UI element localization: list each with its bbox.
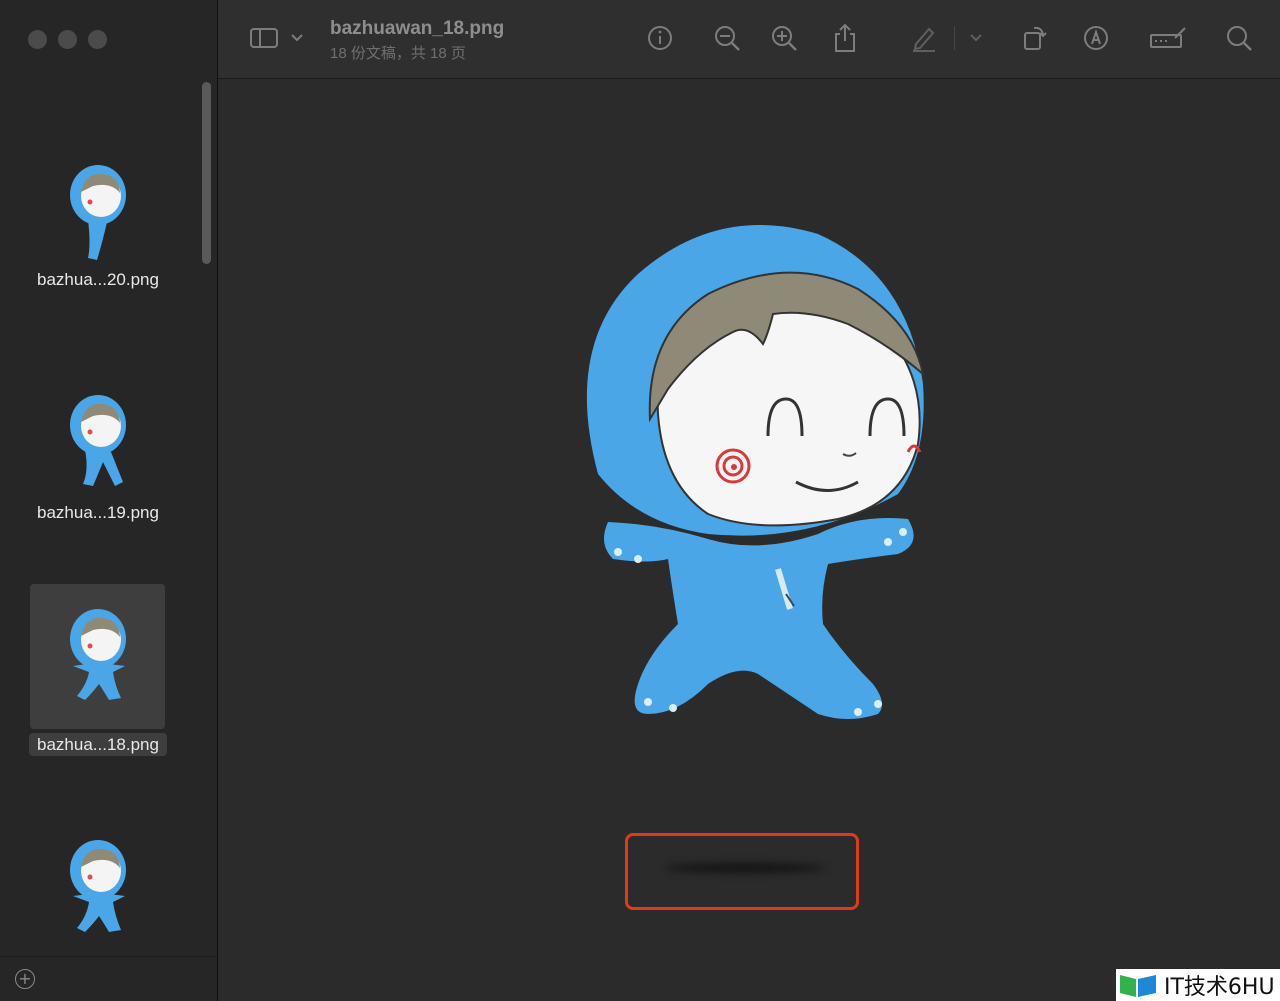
highlight-annotation-box [625, 833, 859, 910]
document-subtitle: 18 份文稿，共 18 页 [330, 45, 466, 62]
info-icon[interactable] [644, 22, 676, 54]
sidebar: bazhua...20.png bazhua...19.png bazhua..… [0, 0, 218, 1001]
search-icon[interactable] [1223, 22, 1255, 54]
minimize-button[interactable] [58, 30, 77, 49]
watermark-text: IT技术6HU [1164, 975, 1275, 1000]
sign-icon[interactable] [1148, 22, 1188, 54]
document-canvas [218, 79, 1280, 1001]
window-controls [28, 30, 107, 49]
markup-pen-icon[interactable] [908, 22, 940, 54]
sidebar-footer: + [0, 956, 217, 1001]
close-button[interactable] [28, 30, 47, 49]
thumbnail-image[interactable] [30, 810, 165, 955]
preview-window: bazhua...20.png bazhua...19.png bazhua..… [0, 0, 1280, 1001]
toolbar: bazhuawan_18.png 18 份文稿，共 18 页 [218, 0, 1280, 79]
thumbnail-label-selected[interactable]: bazhua...18.png [0, 733, 196, 756]
add-page-icon[interactable]: + [15, 969, 35, 989]
mascot-thumbnail [69, 840, 126, 932]
mascot-image [586, 225, 925, 719]
sidebar-scrollbar[interactable] [202, 82, 211, 264]
rotate-icon[interactable] [1018, 22, 1050, 54]
toolbar-divider [954, 26, 955, 50]
annotate-icon[interactable] [1080, 22, 1112, 54]
zoom-button[interactable] [88, 30, 107, 49]
share-icon[interactable] [829, 22, 861, 54]
thumbnail-image[interactable] [30, 370, 165, 515]
zoom-in-icon[interactable] [768, 22, 800, 54]
chevron-down-icon[interactable] [284, 22, 310, 54]
thumbnail-image-selected[interactable] [30, 584, 165, 729]
zoom-out-icon[interactable] [711, 22, 743, 54]
watermark: IT技术6HU [1116, 969, 1280, 1001]
book-logo-icon [1120, 975, 1156, 997]
mascot-thumbnail [69, 609, 126, 700]
chevron-down-icon[interactable] [963, 22, 989, 54]
mascot-thumbnail [69, 165, 126, 260]
sidebar-toggle-icon[interactable] [248, 22, 280, 54]
thumbnail-image[interactable] [30, 140, 165, 285]
document-title: bazhuawan_18.png [330, 18, 505, 39]
thumbnail-label[interactable]: bazhua...20.png [0, 270, 196, 290]
mascot-thumbnail [69, 395, 126, 486]
thumbnail-label[interactable]: bazhua...19.png [0, 503, 196, 523]
